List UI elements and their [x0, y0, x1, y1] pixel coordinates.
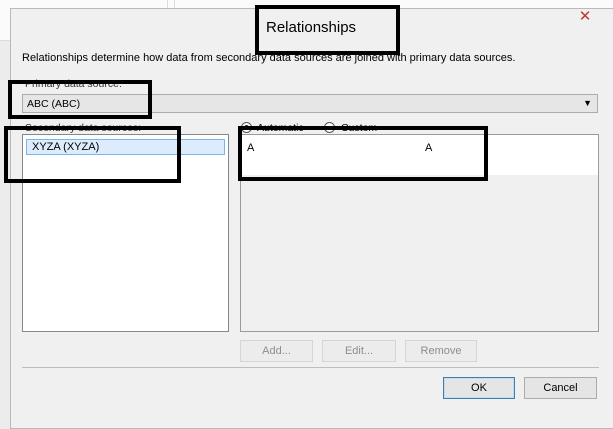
- edit-button[interactable]: Edit...: [322, 340, 396, 362]
- highlight-box-fields: [238, 126, 488, 181]
- add-button[interactable]: Add...: [240, 340, 313, 362]
- remove-button[interactable]: Remove: [405, 340, 477, 362]
- ok-button[interactable]: OK: [443, 377, 515, 399]
- dialog-title: Relationships: [255, 5, 400, 55]
- cancel-button[interactable]: Cancel: [524, 377, 597, 399]
- close-icon[interactable]: ✕: [577, 9, 593, 25]
- chevron-down-icon[interactable]: ▼: [583, 98, 592, 108]
- dialog-description: Relationships determine how data from se…: [22, 52, 516, 64]
- highlight-box-secondary: [4, 126, 181, 183]
- separator: [22, 367, 599, 368]
- highlight-box-primary: [8, 80, 152, 119]
